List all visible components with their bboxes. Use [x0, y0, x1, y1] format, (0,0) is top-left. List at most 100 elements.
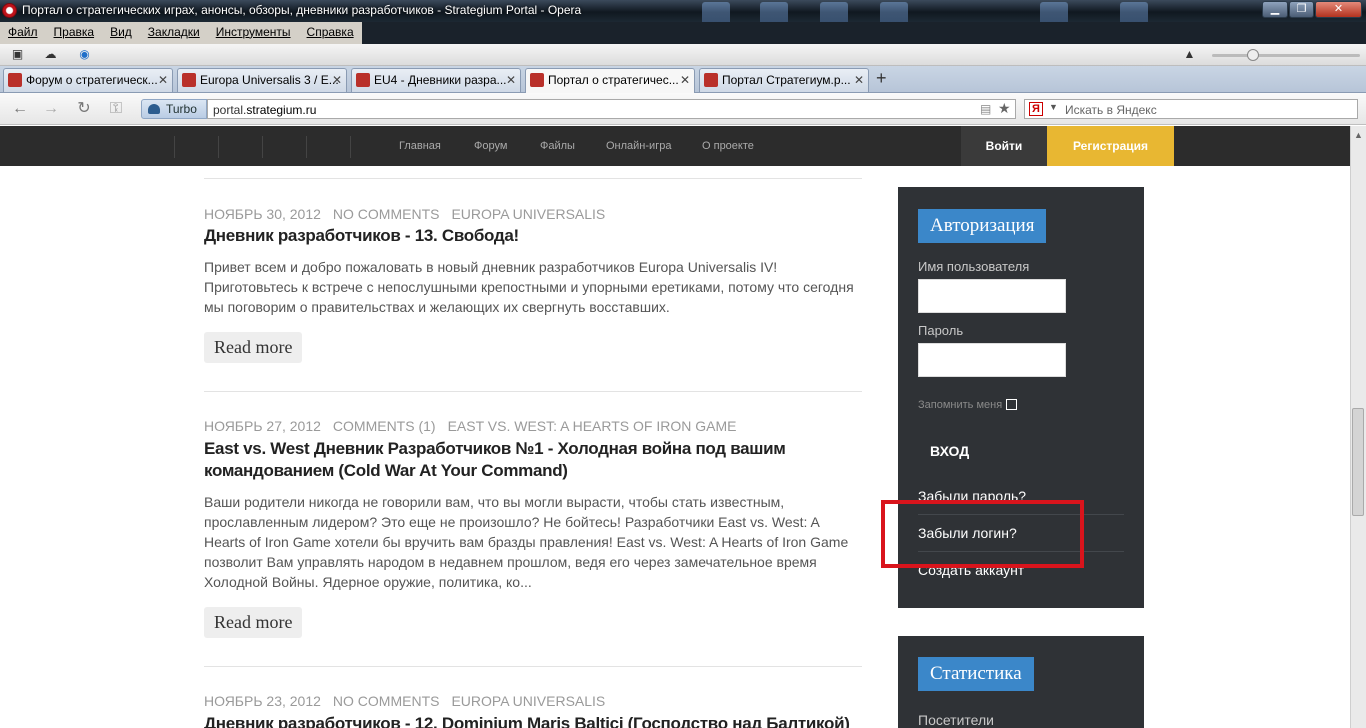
- close-tab-icon[interactable]: ✕: [854, 69, 864, 91]
- password-field[interactable]: [918, 343, 1066, 377]
- menu-view[interactable]: Вид: [102, 22, 140, 44]
- key-icon[interactable]: ⚿: [106, 99, 126, 119]
- tab-label: Форум о стратегическ...: [26, 73, 158, 87]
- nav-online-game[interactable]: Онлайн-игра: [606, 140, 671, 152]
- opera-link-icon[interactable]: ◉: [77, 47, 92, 62]
- zoom-slider[interactable]: [1212, 54, 1360, 57]
- tab-portal-strategium[interactable]: Портал Стратегиум.р... ✕: [699, 68, 869, 92]
- scrollbar-thumb[interactable]: [1352, 408, 1364, 516]
- chevron-down-icon[interactable]: ▼: [1049, 102, 1058, 112]
- reload-icon[interactable]: ↻: [74, 99, 94, 119]
- collapse-arrow-icon[interactable]: ▲: [1182, 47, 1197, 62]
- menu-edit[interactable]: Правка: [46, 22, 103, 44]
- close-tab-icon[interactable]: ✕: [332, 69, 342, 91]
- close-tab-icon[interactable]: ✕: [158, 69, 168, 91]
- tab-eu4-diaries[interactable]: EU4 - Дневники разра... ✕: [351, 68, 521, 92]
- nav-divider: [218, 136, 219, 158]
- site-navbar: Главная Форум Файлы Онлайн-игра О проект…: [0, 126, 1350, 166]
- remember-me-label: Запомнить меня: [918, 399, 1003, 411]
- post-excerpt: Ваши родители никогда не говорили вам, ч…: [204, 494, 849, 590]
- scroll-up-icon[interactable]: ▲: [1354, 130, 1363, 140]
- read-more-button[interactable]: Read more: [204, 332, 303, 363]
- maximize-button[interactable]: ❐: [1289, 1, 1314, 18]
- post-divider: [204, 178, 862, 179]
- nav-divider: [350, 136, 351, 158]
- forward-arrow-icon[interactable]: →: [41, 99, 61, 119]
- panels-toggle-icon[interactable]: ▣: [10, 47, 25, 62]
- web-page: Главная Форум Файлы Онлайн-игра О проект…: [0, 126, 1350, 728]
- address-field[interactable]: portal.strategium.ru ▤ ★: [207, 99, 1016, 119]
- tab-label: Портал Стратегиум.р...: [722, 73, 851, 87]
- turbo-button[interactable]: Turbo: [141, 99, 207, 119]
- nav-forum[interactable]: Форум: [474, 140, 507, 152]
- visitors-label: Посетители: [918, 712, 994, 728]
- nav-divider: [174, 136, 175, 158]
- auth-panel-title: Авторизация: [918, 209, 1047, 243]
- panel-toolbar: ▣ ☁ ◉ ▲: [0, 44, 1366, 66]
- address-toolbar: ← → ↻ ⚿ Turbo portal.strategium.ru ▤ ★ Я…: [0, 93, 1366, 125]
- nav-about[interactable]: О проекте: [702, 140, 754, 152]
- search-input[interactable]: Я ▼ Искать в Яндекс: [1024, 99, 1358, 119]
- strategium-favicon-icon: [704, 73, 718, 87]
- menu-bookmarks[interactable]: Закладки: [140, 22, 208, 44]
- post-date: НОЯБРЬ 23, 2012: [204, 693, 321, 709]
- post-comments-link[interactable]: NO COMMENTS: [333, 206, 440, 222]
- turbo-label: Turbo: [166, 102, 197, 116]
- opera-logo-icon: [2, 3, 17, 18]
- post-comments-link[interactable]: NO COMMENTS: [333, 693, 440, 709]
- post-category-link[interactable]: EUROPA UNIVERSALIS: [451, 693, 605, 709]
- menu-tools[interactable]: Инструменты: [208, 22, 299, 44]
- post-divider: [204, 391, 862, 392]
- minimize-button[interactable]: ▁: [1262, 1, 1288, 18]
- tab-label: Портал о стратегичес...: [548, 73, 679, 87]
- menu-help[interactable]: Справка: [299, 22, 362, 44]
- tab-portal-active[interactable]: Портал о стратегичес... ✕: [525, 68, 695, 94]
- window-title: Портал о стратегических играх, анонсы, о…: [22, 3, 582, 17]
- close-tab-icon[interactable]: ✕: [506, 69, 516, 91]
- new-tab-button[interactable]: +: [876, 68, 887, 89]
- username-label: Имя пользователя: [918, 259, 1030, 274]
- tab-bar: Форум о стратегическ... ✕ Europa Univers…: [0, 66, 1366, 94]
- remember-me-checkbox[interactable]: [1006, 399, 1018, 410]
- stats-panel-title: Статистика: [918, 657, 1034, 691]
- post-date: НОЯБРЬ 27, 2012: [204, 418, 321, 434]
- window-titlebar: Портал о стратегических играх, анонсы, о…: [0, 0, 1366, 32]
- nav-divider: [306, 136, 307, 158]
- tab-label: Europa Universalis 3 / E...: [200, 73, 339, 87]
- rss-icon[interactable]: ▤: [980, 102, 991, 116]
- post-category-link[interactable]: EUROPA UNIVERSALIS: [451, 206, 605, 222]
- username-field[interactable]: [918, 279, 1066, 313]
- tab-label: EU4 - Дневники разра...: [374, 73, 507, 87]
- login-button[interactable]: Войти: [961, 126, 1047, 166]
- strategium-favicon-icon: [356, 73, 370, 87]
- opera-unite-icon[interactable]: ☁: [43, 47, 58, 62]
- close-window-button[interactable]: ✕: [1315, 1, 1362, 18]
- tab-europa-universalis[interactable]: Europa Universalis 3 / E... ✕: [177, 68, 347, 92]
- post-comments-link[interactable]: COMMENTS (1): [333, 418, 436, 434]
- read-more-button[interactable]: Read more: [204, 607, 303, 638]
- strategium-favicon-icon: [530, 73, 544, 87]
- post-title[interactable]: Дневник разработчиков - 13. Свобода!: [204, 225, 854, 247]
- search-placeholder: Искать в Яндекс: [1065, 103, 1157, 117]
- yandex-icon: Я: [1029, 102, 1043, 116]
- nav-files[interactable]: Файлы: [540, 140, 575, 152]
- bookmark-star-icon[interactable]: ★: [998, 100, 1011, 117]
- close-tab-icon[interactable]: ✕: [680, 69, 690, 91]
- login-submit-button[interactable]: ВХОД: [930, 443, 969, 459]
- menu-file[interactable]: Файл: [0, 22, 46, 44]
- post-category-link[interactable]: EAST VS. WEST: A HEARTS OF IRON GAME: [448, 418, 737, 434]
- strategium-favicon-icon: [8, 73, 22, 87]
- post-date: НОЯБРЬ 30, 2012: [204, 206, 321, 222]
- register-button[interactable]: Регистрация: [1047, 126, 1174, 166]
- back-arrow-icon[interactable]: ←: [10, 99, 30, 119]
- post-meta: НОЯБРЬ 30, 2012 NO COMMENTS EUROPA UNIVERS…: [204, 206, 617, 222]
- turbo-icon: [148, 104, 160, 114]
- post-title[interactable]: Дневник разработчиков - 12. Dominium Mar…: [204, 713, 854, 728]
- zoom-slider-handle[interactable]: [1247, 49, 1259, 61]
- remember-me[interactable]: Запомнить меня: [918, 399, 1018, 411]
- stats-panel: Статистика Посетители: [898, 636, 1144, 728]
- post-excerpt: Привет всем и добро пожаловать в новый д…: [204, 259, 854, 315]
- nav-home[interactable]: Главная: [399, 140, 441, 152]
- tab-forum[interactable]: Форум о стратегическ... ✕: [3, 68, 173, 92]
- post-title[interactable]: East vs. West Дневник Разработчиков №1 -…: [204, 438, 854, 482]
